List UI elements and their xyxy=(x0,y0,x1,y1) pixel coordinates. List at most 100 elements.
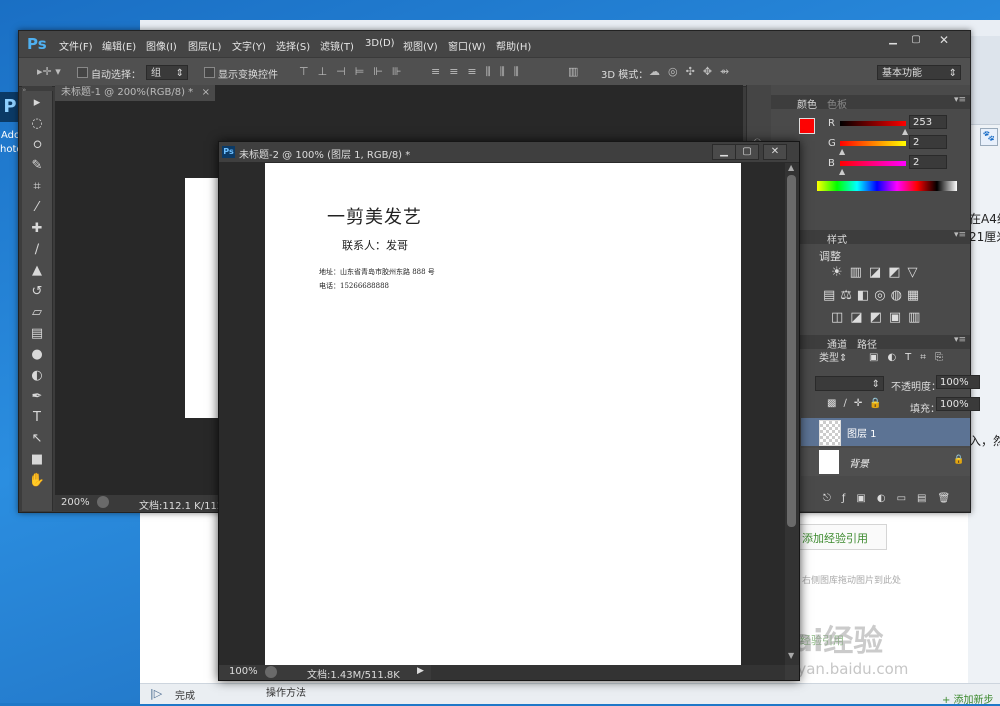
document-2-titlebar[interactable]: Ps 未标题-2 @ 100% (图层 1, RGB/8) * ▁ ▢ ✕ xyxy=(219,142,799,162)
menu-help[interactable]: 帮助(H) xyxy=(496,38,531,53)
doc1-tab-title: 未标题-1 @ 200%(RGB/8) * xyxy=(61,87,194,98)
menu-select[interactable]: 选择(S) xyxy=(276,38,310,53)
tab-color[interactable]: 颜色 xyxy=(797,96,817,111)
crop-icon[interactable]: ⌗ xyxy=(28,179,46,194)
layer-action-icons[interactable]: ⎋ƒ▣◐▭▤🗑 xyxy=(823,493,961,504)
maximize-button[interactable]: ▢ xyxy=(735,144,759,160)
scroll-up-icon[interactable]: ▲ xyxy=(788,163,794,172)
type-icon[interactable]: T xyxy=(28,410,46,425)
distribute-icons[interactable]: ≡≡≡⫼⫼⫼ xyxy=(431,66,528,78)
layer-row-background[interactable]: 背景 🔒 xyxy=(801,448,970,476)
opacity-value[interactable]: 100% xyxy=(936,375,980,389)
doc2-zoom[interactable]: 100% xyxy=(229,666,258,677)
r-slider-thumb[interactable]: ▲ xyxy=(902,127,908,136)
layer-row-layer1[interactable]: 图层 1 xyxy=(801,418,970,446)
lock-icons[interactable]: ▩∕✛🔒 xyxy=(827,398,889,409)
layer-kind-filter[interactable]: 类型⇕ xyxy=(815,351,857,366)
menu-layer[interactable]: 图层(L) xyxy=(188,38,221,53)
close-icon[interactable]: × xyxy=(202,85,210,101)
b-slider-thumb[interactable]: ▲ xyxy=(839,167,845,176)
r-slider[interactable] xyxy=(840,121,906,126)
auto-select-dropdown[interactable]: 组 ⇕ xyxy=(146,65,188,80)
menu-file[interactable]: 文件(F) xyxy=(59,38,93,53)
document-2-canvas[interactable]: 一剪美发艺 联系人：发哥 地址：山东省青岛市胶州东路 888 号 电话：1526… xyxy=(265,163,741,665)
document-1-tab[interactable]: 未标题-1 @ 200%(RGB/8) * × xyxy=(55,85,215,101)
horizontal-scrollbar[interactable] xyxy=(431,665,785,680)
lasso-icon[interactable]: ഠ xyxy=(28,137,46,152)
blur-icon[interactable]: ● xyxy=(28,347,46,362)
desktop-ps-icon[interactable]: P xyxy=(0,92,20,122)
panel-menu-icon[interactable]: ▾≡ xyxy=(954,95,966,105)
tab-swatches[interactable]: 色板 xyxy=(827,96,847,111)
doc1-zoom[interactable]: 200% xyxy=(61,497,90,508)
panel-menu-icon[interactable]: ▾≡ xyxy=(954,230,966,240)
g-slider-thumb[interactable]: ▲ xyxy=(839,147,845,156)
tab-paths[interactable]: 路径 xyxy=(857,336,877,351)
close-button[interactable]: ✕ xyxy=(933,33,955,47)
b-slider[interactable] xyxy=(840,161,906,166)
g-value[interactable]: 2 xyxy=(909,135,947,149)
minimize-button[interactable]: ▁ xyxy=(882,33,904,47)
menu-edit[interactable]: 编辑(E) xyxy=(102,38,136,53)
right-panels: 颜色 色板 ▾≡ R ▲ 253 G ▲ 2 B ▲ 2 样式 ▾≡ 调整 ☀▥… xyxy=(771,85,980,511)
move-icon[interactable]: ▸ xyxy=(28,95,46,110)
hand-icon[interactable]: ✋ xyxy=(28,473,46,488)
history-brush-icon[interactable]: ↺ xyxy=(28,284,46,299)
move-tool-icon[interactable]: ▸✛ ▾ xyxy=(37,66,61,78)
menu-type[interactable]: 文字(Y) xyxy=(232,38,266,53)
g-slider[interactable] xyxy=(840,141,906,146)
panel-menu-icon[interactable]: ▾≡ xyxy=(954,335,966,345)
auto-align-icon[interactable]: ▥ xyxy=(568,66,578,78)
status-arrow-icon[interactable]: ▶ xyxy=(417,666,424,676)
quick-select-icon[interactable]: ✎ xyxy=(28,158,46,173)
minimize-button[interactable]: ▁ xyxy=(712,144,736,160)
menu-image[interactable]: 图像(I) xyxy=(146,38,177,53)
adjustment-icons-row-1[interactable]: ☀▥◪◩▽ xyxy=(831,265,925,280)
doc1-status-icon[interactable] xyxy=(97,496,109,508)
scrollbar-thumb[interactable] xyxy=(787,175,796,527)
pen-icon[interactable]: ✒ xyxy=(28,389,46,404)
adjustment-icons-row-3[interactable]: ◫◪◩▣▥ xyxy=(831,310,927,325)
sidebar-toggle-icon[interactable]: |▷ xyxy=(150,687,162,700)
doc2-status-icon[interactable] xyxy=(265,666,277,678)
workspace-dropdown[interactable]: 基本功能 ⇕ xyxy=(877,65,961,80)
maximize-button[interactable]: ▢ xyxy=(905,33,927,47)
vertical-scrollbar[interactable]: ▲ ▼ xyxy=(785,163,799,665)
dodge-icon[interactable]: ◐ xyxy=(28,368,46,383)
color-spectrum-bar[interactable] xyxy=(817,181,957,191)
menu-view[interactable]: 视图(V) xyxy=(403,38,438,53)
brush-icon[interactable]: ∕ xyxy=(28,242,46,257)
marquee-icon[interactable]: ◌ xyxy=(28,116,46,131)
eraser-icon[interactable]: ▱ xyxy=(28,305,46,320)
workspace-value: 基本功能 xyxy=(882,68,922,79)
paw-icon[interactable]: 🐾 xyxy=(980,128,998,146)
menu-3d[interactable]: 3D(D) xyxy=(365,38,395,49)
r-value[interactable]: 253 xyxy=(909,115,947,129)
adjustment-icons-row-2[interactable]: ▤⚖◧◎◍▦ xyxy=(823,288,924,303)
menu-filter[interactable]: 滤镜(T) xyxy=(320,38,354,53)
scroll-down-icon[interactable]: ▼ xyxy=(788,651,794,660)
gradient-icon[interactable]: ▤ xyxy=(28,326,46,341)
close-button[interactable]: ✕ xyxy=(763,144,787,160)
foreground-color-swatch[interactable] xyxy=(799,118,815,134)
blend-mode-dropdown[interactable]: ⇕ xyxy=(815,376,884,391)
healing-icon[interactable]: ✚ xyxy=(28,221,46,236)
eyedropper-icon[interactable]: ⁄ xyxy=(28,200,46,215)
add-new-step[interactable]: + 添加新步 xyxy=(942,691,994,706)
align-icons[interactable]: ⊤⊥⊣⊨⊩⊪ xyxy=(299,66,411,78)
add-reference-button[interactable]: 添加经验引用 xyxy=(795,524,887,550)
fill-value[interactable]: 100% xyxy=(936,397,980,411)
status-tab[interactable]: 操作方法 xyxy=(266,684,306,699)
layer-filter-icons[interactable]: ▣◐T⌗⎘ xyxy=(869,352,952,363)
auto-select-checkbox[interactable] xyxy=(77,67,88,78)
show-transform-checkbox[interactable] xyxy=(204,67,215,78)
b-value[interactable]: 2 xyxy=(909,155,947,169)
menu-window[interactable]: 窗口(W) xyxy=(448,38,486,53)
path-select-icon[interactable]: ↖ xyxy=(28,431,46,446)
shape-icon[interactable]: ■ xyxy=(28,452,46,467)
tab-channels[interactable]: 通道 xyxy=(827,336,847,351)
layer-kind-value: 类型 xyxy=(819,353,839,364)
3d-mode-icons[interactable]: ☁◎✣✥⇴ xyxy=(649,66,737,78)
stamp-icon[interactable]: ▲ xyxy=(28,263,46,278)
tab-styles[interactable]: 样式 xyxy=(827,231,847,246)
